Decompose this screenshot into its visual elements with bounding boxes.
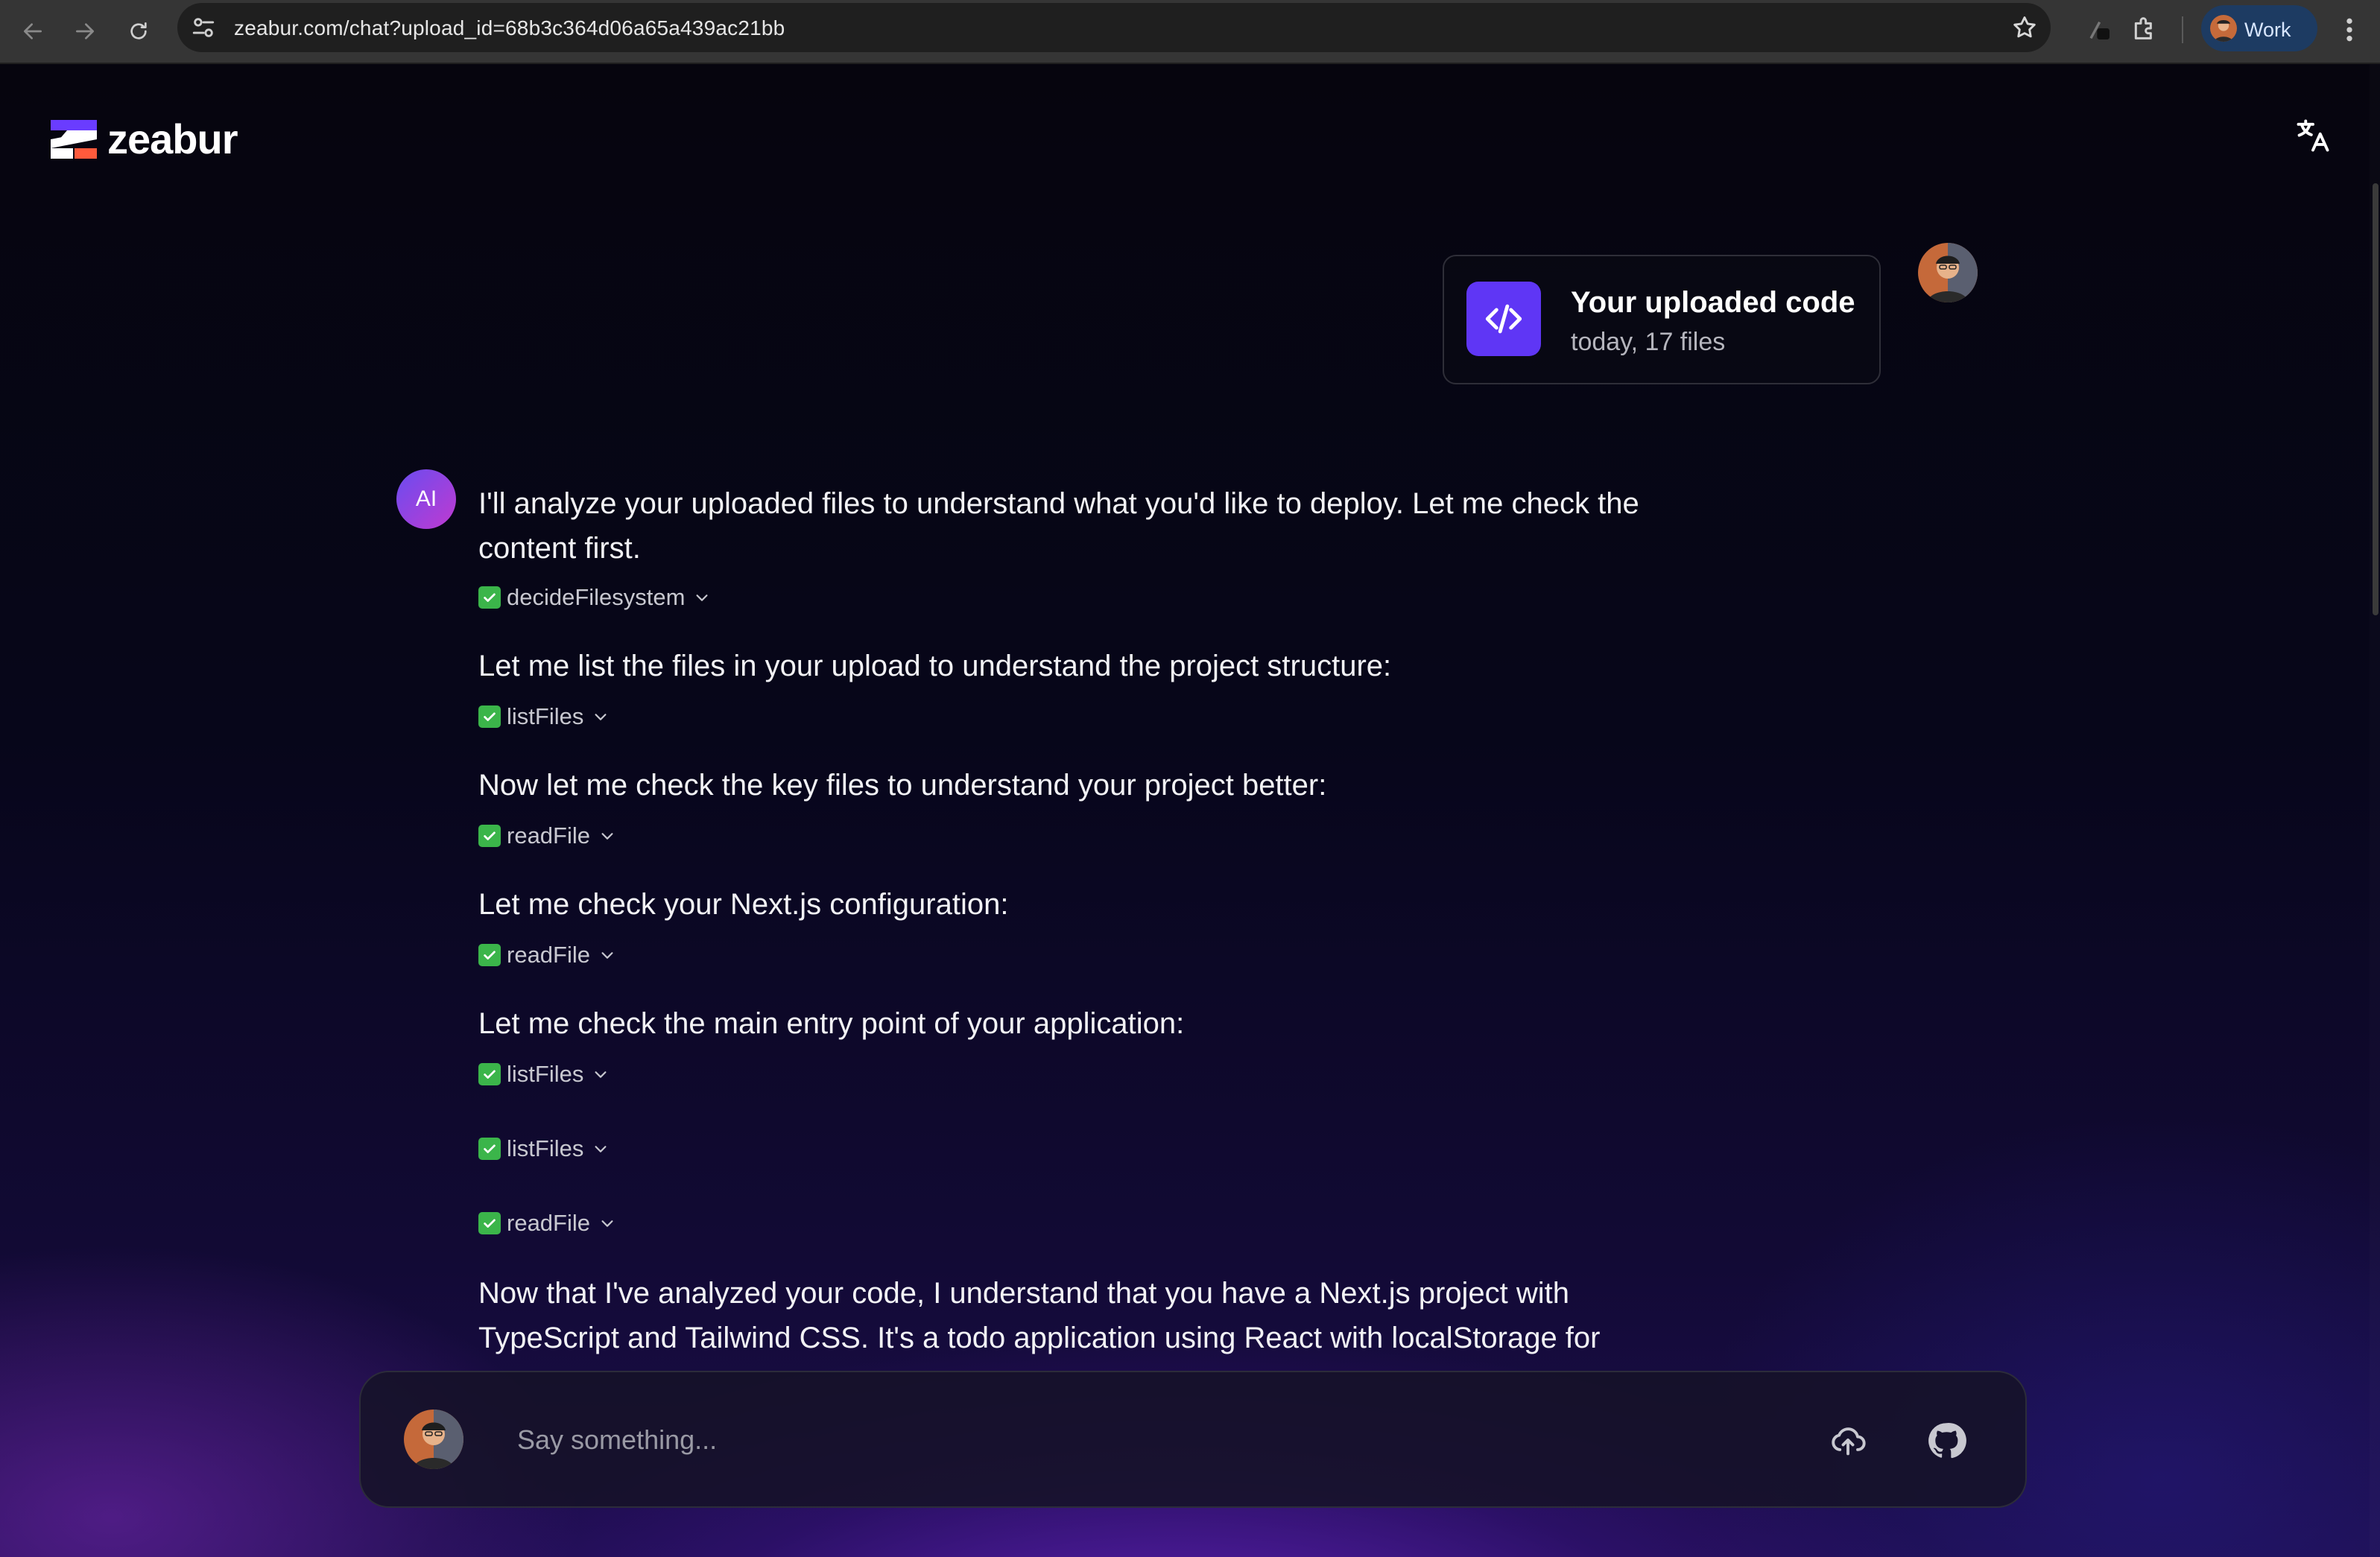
extension-dark-icon[interactable] xyxy=(2083,13,2113,43)
tool-name: decideFilesystem xyxy=(507,584,686,610)
ai-message-text: Now let me check the key files to unders… xyxy=(478,763,1326,808)
tool-call-readfile[interactable]: readFile xyxy=(478,1210,615,1237)
tool-name: readFile xyxy=(507,942,590,968)
browser-toolbar: zeabur.com/chat?upload_id=68b3c364d06a65… xyxy=(0,0,2380,64)
chevron-down-icon xyxy=(595,1071,607,1078)
chevron-down-icon xyxy=(595,714,607,720)
chevron-down-icon xyxy=(696,594,709,601)
zeabur-logo[interactable]: zeabur xyxy=(51,115,238,163)
check-icon xyxy=(478,944,501,966)
profile-button[interactable]: Work xyxy=(2201,5,2317,51)
tool-name: listFiles xyxy=(507,703,584,729)
message-line: Now let me check the key files to unders… xyxy=(478,769,1327,802)
more-vert-icon[interactable] xyxy=(2340,15,2359,45)
bookmark-star-icon[interactable] xyxy=(2010,13,2039,42)
tool-name: listFiles xyxy=(507,1135,584,1161)
tool-call-listfiles[interactable]: listFiles xyxy=(478,1135,609,1162)
chat-page: zeabur Your uploaded code today, 17 file… xyxy=(0,64,2380,1557)
message-line: Let me check your Next.js configuration: xyxy=(478,888,1009,921)
check-icon xyxy=(478,705,501,728)
uploaded-code-subtitle: today, 17 files xyxy=(1571,328,1726,356)
tool-call-decidefilesystem[interactable]: decideFilesystem xyxy=(478,584,710,611)
tool-call-listfiles[interactable]: listFiles xyxy=(478,1061,609,1088)
message-line: Let me list the files in your upload to … xyxy=(478,650,1392,682)
reload-icon xyxy=(130,22,147,39)
upload-cloud-icon[interactable] xyxy=(1829,1421,1867,1460)
github-icon[interactable] xyxy=(1925,1420,1967,1462)
forward-button[interactable] xyxy=(66,12,104,51)
uploaded-code-card[interactable]: Your uploaded code today, 17 files xyxy=(1443,255,1881,384)
translate-icon[interactable] xyxy=(2294,116,2332,155)
ai-message-text: I'll analyze your uploaded files to unde… xyxy=(478,481,1639,571)
chevron-down-icon xyxy=(601,833,613,840)
code-icon xyxy=(1466,282,1541,356)
message-input[interactable] xyxy=(516,1418,1636,1462)
zeabur-logo-icon xyxy=(51,119,97,159)
ai-message-text: Let me check your Next.js configuration: xyxy=(478,882,1008,927)
reload-button[interactable] xyxy=(119,12,158,51)
chevron-down-icon xyxy=(595,1146,607,1152)
uploaded-code-title: Your uploaded code xyxy=(1571,286,1855,319)
scrollbar-track[interactable] xyxy=(2370,64,2380,1557)
ai-message-text: Let me check the main entry point of you… xyxy=(478,1001,1184,1046)
composer-user-avatar xyxy=(404,1409,463,1469)
message-composer xyxy=(359,1371,2027,1508)
tool-name: readFile xyxy=(507,1210,590,1236)
message-line: I'll analyze your uploaded files to unde… xyxy=(478,487,1639,520)
scrollbar-thumb[interactable] xyxy=(2373,183,2379,615)
tool-name: readFile xyxy=(507,822,590,849)
profile-label: Work xyxy=(2244,19,2291,41)
address-bar[interactable]: zeabur.com/chat?upload_id=68b3c364d06a65… xyxy=(177,3,2051,52)
message-line: content first. xyxy=(478,532,641,565)
extensions-puzzle-icon[interactable] xyxy=(2130,13,2159,43)
ai-avatar-label: AI xyxy=(415,486,437,511)
message-line: Now that I've analyzed your code, I unde… xyxy=(478,1277,1570,1310)
message-line: TypeScript and Tailwind CSS. It's a todo… xyxy=(478,1322,1601,1354)
message-line: Let me check the main entry point of you… xyxy=(478,1007,1185,1040)
ai-message-text: Now that I've analyzed your code, I unde… xyxy=(478,1271,1601,1360)
check-icon xyxy=(478,1063,501,1085)
user-avatar xyxy=(1918,243,1978,302)
url-text[interactable]: zeabur.com/chat?upload_id=68b3c364d06a65… xyxy=(234,16,785,40)
profile-avatar xyxy=(2210,15,2237,42)
arrow-left-icon xyxy=(24,23,42,39)
check-icon xyxy=(478,586,501,609)
check-icon xyxy=(478,825,501,847)
brand-name: zeabur xyxy=(107,115,238,162)
tool-name: listFiles xyxy=(507,1061,584,1087)
tool-call-listfiles[interactable]: listFiles xyxy=(478,703,609,730)
site-info-icon[interactable] xyxy=(191,15,216,40)
check-icon xyxy=(478,1212,501,1234)
check-icon xyxy=(478,1138,501,1160)
ai-message-text: Let me list the files in your upload to … xyxy=(478,644,1391,688)
tool-call-readfile[interactable]: readFile xyxy=(478,822,615,849)
toolbar-divider xyxy=(2182,16,2183,43)
chevron-down-icon xyxy=(601,952,613,959)
back-button[interactable] xyxy=(13,12,52,51)
arrow-right-icon xyxy=(76,23,94,39)
chevron-down-icon xyxy=(601,1220,613,1227)
ai-avatar: AI xyxy=(396,469,456,529)
tool-call-readfile[interactable]: readFile xyxy=(478,942,615,968)
